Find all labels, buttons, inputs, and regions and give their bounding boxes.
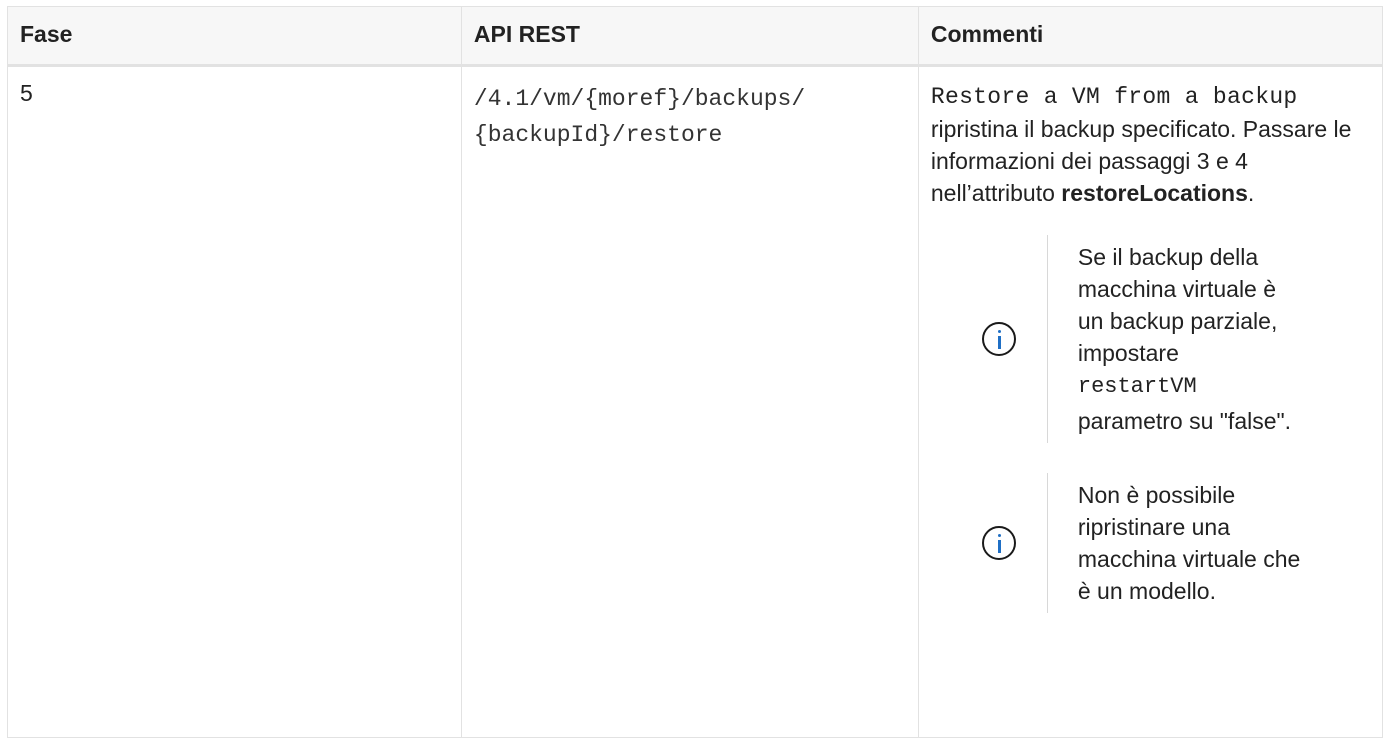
header-api: API REST [460, 6, 919, 67]
note-text-before: Se il backup della macchina virtuale è u… [1077, 244, 1278, 366]
api-cell: /4.1/vm/{moref}/backups/ {backupId}/rest… [460, 65, 919, 738]
note-text: Non è possibile ripristinare una macchin… [1077, 482, 1301, 604]
api-path-line2: {backupId}/restore [473, 122, 723, 148]
note-template-vm: Non è possibile ripristinare una macchin… [951, 473, 1370, 613]
comment-attribute: restoreLocations [1061, 180, 1248, 206]
table-row: 5 /4.1/vm/{moref}/backups/ {backupId}/re… [7, 65, 1384, 738]
steps-table: Fase API REST Commenti 5 /4.1/vm/{moref}… [7, 6, 1384, 738]
info-icon [981, 526, 1016, 560]
header-step: Fase [7, 6, 462, 67]
note-body: Non è possibile ripristinare una macchin… [1046, 473, 1308, 613]
note-body: Se il backup della macchina virtuale è u… [1046, 235, 1308, 443]
comment-cell: Restore a VM from a backup ripristina il… [917, 65, 1384, 738]
note-partial-backup: Se il backup della macchina virtuale è u… [951, 235, 1370, 443]
note-code: restartVM [1077, 374, 1197, 399]
comment-period: . [1247, 180, 1255, 206]
comment-text: ripristina il backup specificato. Passar… [931, 113, 1370, 209]
info-icon [981, 322, 1016, 356]
comment-code: Restore a VM from a backup [930, 84, 1298, 110]
api-path-line1: /4.1/vm/{moref}/backups/ [473, 86, 806, 112]
step-cell: 5 [7, 65, 462, 738]
header-comments: Commenti [917, 6, 1384, 67]
note-text-after: parametro su "false". [1077, 408, 1292, 434]
table-header-row: Fase API REST Commenti [7, 6, 1384, 67]
